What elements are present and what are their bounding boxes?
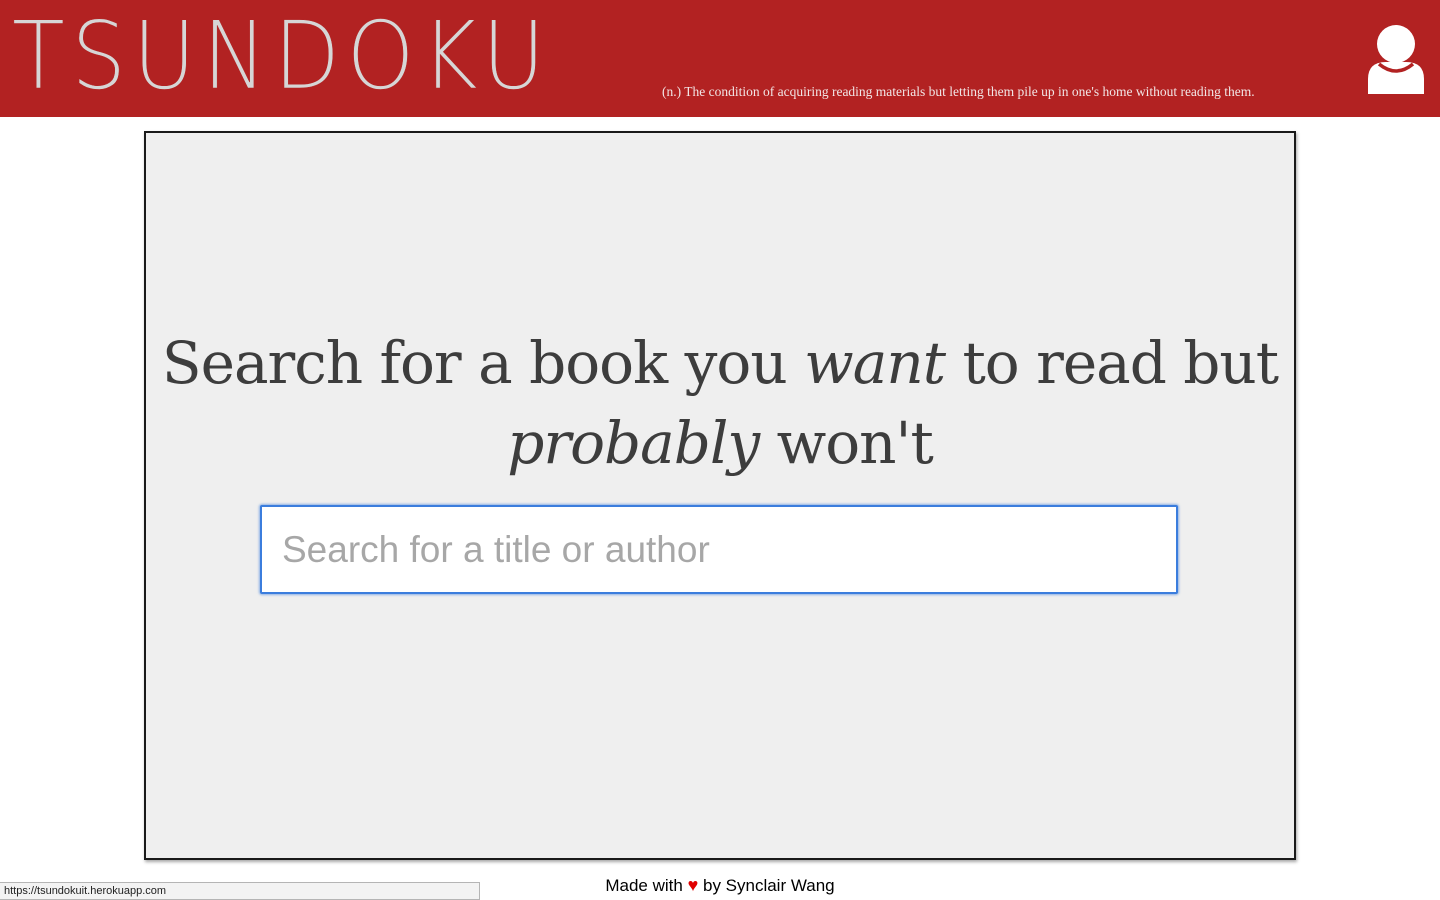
brand-logo[interactable]: TSUNDOKU bbox=[12, 2, 552, 112]
search-card: Search for a book you want to read but p… bbox=[144, 131, 1296, 860]
headline-emphasis-probably: probably bbox=[507, 409, 760, 477]
headline-text-3: won't bbox=[759, 409, 934, 477]
brand-definition: (n.) The condition of acquiring reading … bbox=[662, 84, 1255, 99]
headline-text-2: to read but bbox=[945, 329, 1279, 397]
user-icon[interactable] bbox=[1366, 24, 1426, 94]
app-header: TSUNDOKU (n.) The condition of acquiring… bbox=[0, 0, 1440, 117]
headline-text-1: Search for a book you bbox=[161, 329, 805, 397]
search-input[interactable] bbox=[260, 505, 1178, 594]
heart-icon: ♥ bbox=[687, 875, 699, 895]
search-headline: Search for a book you want to read but p… bbox=[146, 323, 1294, 483]
status-bar-url: https://tsundokuit.herokuapp.com bbox=[0, 882, 480, 900]
footer-prefix: Made with bbox=[605, 876, 683, 895]
footer-author: by Synclair Wang bbox=[702, 876, 835, 895]
headline-emphasis-want: want bbox=[804, 329, 946, 397]
